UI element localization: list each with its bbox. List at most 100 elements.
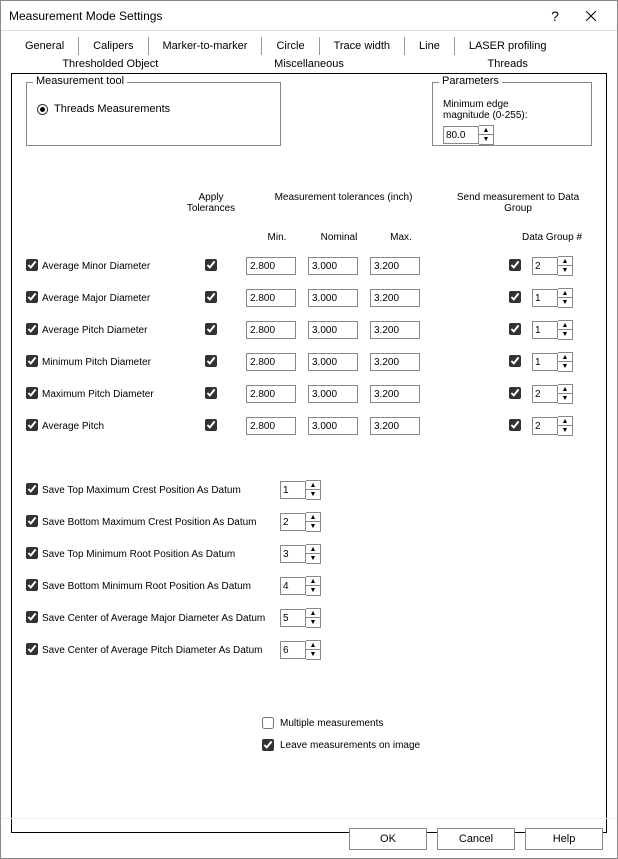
tab-calipers[interactable]: Calipers	[79, 37, 148, 55]
spinner-input[interactable]	[280, 481, 306, 499]
apply-checkbox[interactable]	[205, 419, 217, 431]
spinner-input[interactable]	[280, 513, 306, 531]
spinner-buttons[interactable]: ▲▼	[558, 320, 573, 340]
datum-checkbox[interactable]	[26, 483, 38, 495]
datum-checkbox[interactable]	[26, 547, 38, 559]
spinner[interactable]: ▲▼	[532, 384, 592, 404]
spinner-buttons[interactable]: ▲▼	[558, 384, 573, 404]
chevron-down-icon[interactable]: ▼	[558, 426, 572, 435]
chevron-up-icon[interactable]: ▲	[306, 513, 320, 522]
spinner-input[interactable]	[532, 417, 558, 435]
help-icon[interactable]: ?	[537, 2, 573, 30]
min-input[interactable]	[246, 289, 296, 307]
chevron-down-icon[interactable]: ▼	[558, 266, 572, 275]
min-input[interactable]	[246, 257, 296, 275]
chevron-up-icon[interactable]: ▲	[479, 126, 493, 135]
apply-checkbox[interactable]	[205, 355, 217, 367]
enable-checkbox[interactable]	[26, 323, 38, 335]
chevron-up-icon[interactable]: ▲	[306, 609, 320, 618]
spinner-input[interactable]	[280, 641, 306, 659]
spinner[interactable]: ▲▼	[280, 576, 321, 596]
enable-checkbox[interactable]	[26, 387, 38, 399]
chevron-up-icon[interactable]: ▲	[306, 577, 320, 586]
send-checkbox[interactable]	[509, 291, 521, 303]
spinner-input[interactable]	[280, 577, 306, 595]
chevron-down-icon[interactable]: ▼	[306, 490, 320, 499]
min-input[interactable]	[246, 353, 296, 371]
spinner-buttons[interactable]: ▲▼	[558, 352, 573, 372]
send-checkbox[interactable]	[509, 259, 521, 271]
spinner[interactable]: ▲▼	[280, 608, 321, 628]
spinner-input[interactable]	[280, 609, 306, 627]
nominal-input[interactable]	[308, 257, 358, 275]
enable-checkbox[interactable]	[26, 355, 38, 367]
spinner-input[interactable]	[532, 257, 558, 275]
spinner[interactable]: ▲▼	[532, 288, 592, 308]
chevron-down-icon[interactable]: ▼	[306, 618, 320, 627]
min-input[interactable]	[246, 321, 296, 339]
chevron-down-icon[interactable]: ▼	[306, 554, 320, 563]
max-input[interactable]	[370, 353, 420, 371]
spinner-input[interactable]	[532, 289, 558, 307]
apply-checkbox[interactable]	[205, 291, 217, 303]
apply-checkbox[interactable]	[205, 323, 217, 335]
chevron-down-icon[interactable]: ▼	[479, 135, 493, 144]
chevron-down-icon[interactable]: ▼	[306, 586, 320, 595]
spinner-buttons[interactable]: ▲▼	[306, 544, 321, 564]
spinner-buttons[interactable]: ▲▼	[306, 480, 321, 500]
leave-checkbox[interactable]	[262, 739, 274, 751]
spinner-buttons[interactable]: ▲▼	[558, 416, 573, 436]
chevron-down-icon[interactable]: ▼	[306, 522, 320, 531]
apply-checkbox[interactable]	[205, 387, 217, 399]
spinner-buttons[interactable]: ▲▼	[479, 125, 494, 145]
datum-checkbox[interactable]	[26, 515, 38, 527]
chevron-up-icon[interactable]: ▲	[558, 385, 572, 394]
spinner-buttons[interactable]: ▲▼	[306, 640, 321, 660]
spinner-buttons[interactable]: ▲▼	[306, 608, 321, 628]
tab-marker[interactable]: Marker-to-marker	[149, 37, 263, 55]
tab-general[interactable]: General	[11, 37, 79, 55]
tab-misc[interactable]: Miscellaneous	[210, 55, 409, 74]
chevron-up-icon[interactable]: ▲	[558, 417, 572, 426]
datum-checkbox[interactable]	[26, 579, 38, 591]
tab-threads[interactable]: Threads	[408, 55, 607, 74]
send-checkbox[interactable]	[509, 387, 521, 399]
enable-checkbox[interactable]	[26, 259, 38, 271]
chevron-down-icon[interactable]: ▼	[306, 650, 320, 659]
send-checkbox[interactable]	[509, 323, 521, 335]
nominal-input[interactable]	[308, 321, 358, 339]
tab-circle[interactable]: Circle	[262, 37, 319, 55]
spinner-input[interactable]	[532, 385, 558, 403]
ok-button[interactable]: OK	[349, 828, 427, 850]
tab-line[interactable]: Line	[405, 37, 455, 55]
opt-leave[interactable]: Leave measurements on image	[262, 734, 420, 756]
help-button[interactable]: Help	[525, 828, 603, 850]
chevron-up-icon[interactable]: ▲	[306, 641, 320, 650]
tab-laser[interactable]: LASER profiling	[455, 37, 561, 55]
min-input[interactable]	[246, 385, 296, 403]
chevron-up-icon[interactable]: ▲	[558, 353, 572, 362]
tab-thresholded[interactable]: Thresholded Object	[11, 55, 210, 74]
chevron-up-icon[interactable]: ▲	[558, 321, 572, 330]
close-icon[interactable]	[573, 2, 609, 30]
spinner-input[interactable]	[532, 321, 558, 339]
max-input[interactable]	[370, 289, 420, 307]
chevron-up-icon[interactable]: ▲	[306, 481, 320, 490]
spinner[interactable]: ▲▼	[532, 320, 592, 340]
min-edge-input[interactable]	[443, 126, 479, 144]
spinner-buttons[interactable]: ▲▼	[558, 288, 573, 308]
spinner-buttons[interactable]: ▲▼	[306, 512, 321, 532]
spinner[interactable]: ▲▼	[532, 352, 592, 372]
max-input[interactable]	[370, 321, 420, 339]
spinner-input[interactable]	[280, 545, 306, 563]
radio-threads-measurements[interactable]: Threads Measurements	[37, 103, 270, 115]
spinner[interactable]: ▲▼	[280, 640, 321, 660]
nominal-input[interactable]	[308, 353, 358, 371]
spinner[interactable]: ▲▼	[280, 512, 321, 532]
chevron-up-icon[interactable]: ▲	[558, 257, 572, 266]
cancel-button[interactable]: Cancel	[437, 828, 515, 850]
chevron-up-icon[interactable]: ▲	[306, 545, 320, 554]
datum-checkbox[interactable]	[26, 611, 38, 623]
chevron-down-icon[interactable]: ▼	[558, 298, 572, 307]
opt-multiple[interactable]: Multiple measurements	[262, 712, 420, 734]
